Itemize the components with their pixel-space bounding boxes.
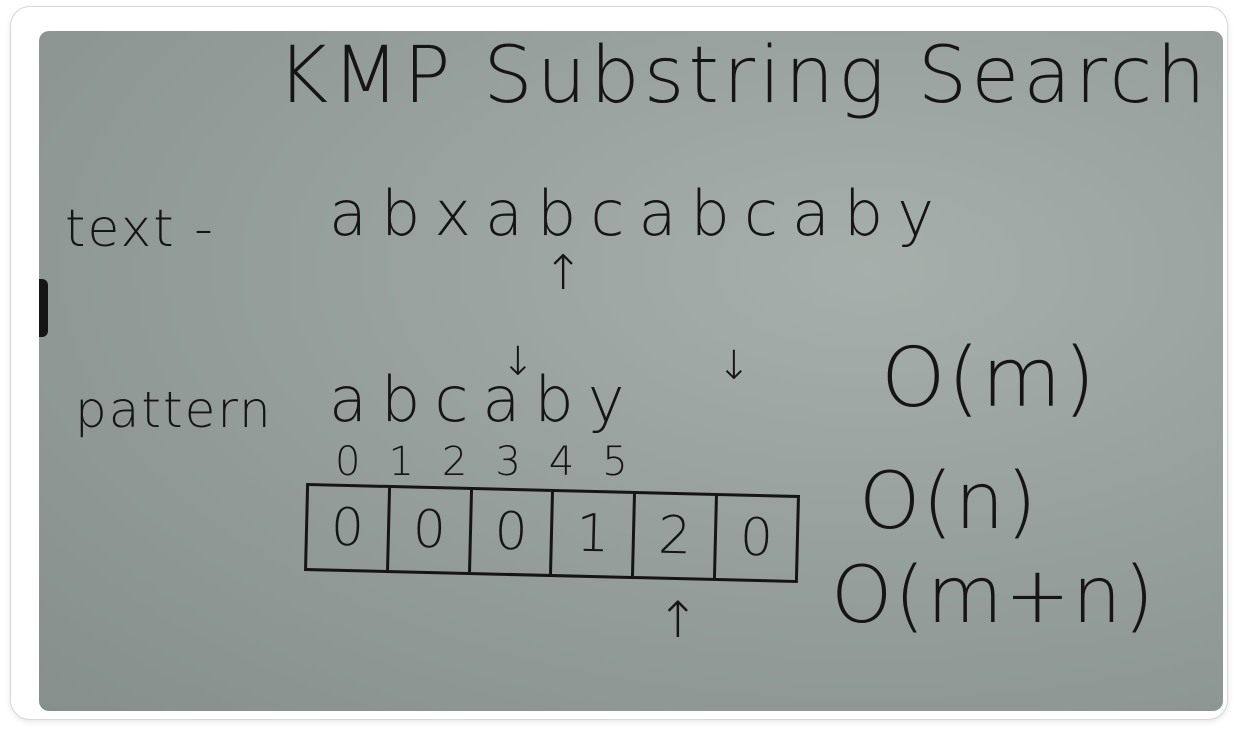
pattern-indices: 012345 (335, 439, 656, 485)
lps-table: 0 0 0 1 2 0 (303, 482, 801, 584)
lps-cell: 0 (470, 490, 555, 575)
lps-cell: 0 (388, 488, 473, 573)
pattern-label: pattern (75, 381, 273, 439)
lps-cell: 2 (634, 494, 719, 579)
text-pointer-arrow-icon: ↑ (543, 245, 584, 301)
text-label: text - (65, 199, 215, 259)
board-title: KMP Substring Search (277, 31, 1210, 121)
complexity-n: O(n) (859, 457, 1039, 547)
complexity-m-plus-n: O(m+n) (831, 551, 1157, 641)
image-frame: KMP Substring Search text - abxabcabcaby… (10, 6, 1228, 720)
lps-cell: 1 (552, 492, 637, 577)
table-pointer-arrow-icon: ↑ (657, 591, 699, 649)
pattern-end-arrow-icon: ↓ (717, 343, 751, 389)
whiteboard: KMP Substring Search text - abxabcabcaby… (39, 31, 1223, 711)
text-string: abxabcabcaby (329, 177, 948, 250)
lps-cell: 0 (739, 507, 774, 569)
complexity-m: O(m) (881, 331, 1098, 426)
lps-cell: 0 (307, 486, 391, 571)
pattern-string: abcaby (329, 363, 639, 436)
board-edge-mark (39, 279, 48, 337)
